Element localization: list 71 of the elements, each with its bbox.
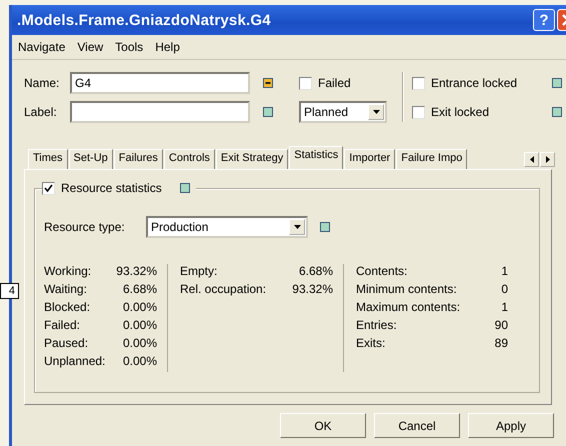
- stat-value: 6.68%: [122, 282, 157, 296]
- menu-item[interactable]: View: [77, 40, 104, 54]
- stat-value: 93.32%: [116, 264, 157, 278]
- resource-statistics-checkbox[interactable]: [42, 182, 55, 194]
- tab[interactable]: Set-Up: [68, 149, 113, 169]
- failed-checkbox[interactable]: [299, 76, 312, 90]
- tab[interactable]: Failures: [114, 149, 163, 169]
- tab[interactable]: Controls: [164, 149, 215, 169]
- stat-label: Entries:: [356, 318, 397, 332]
- stat-label: Rel. occupation:: [180, 282, 266, 296]
- dialog-button[interactable]: Cancel: [374, 413, 460, 438]
- tab[interactable]: Importer: [344, 149, 396, 169]
- indicator-icon[interactable]: [552, 107, 562, 117]
- dropdown-arrow-icon: [372, 110, 380, 114]
- help-button[interactable]: ?: [533, 9, 555, 31]
- entrance-locked-label: Entrance locked: [431, 76, 518, 90]
- indicator-icon[interactable]: [552, 78, 562, 88]
- indicator-icon[interactable]: [320, 222, 330, 232]
- name-label: Name:: [24, 76, 60, 90]
- exit-locked-checkbox[interactable]: [412, 106, 425, 118]
- dialog-button[interactable]: OK: [280, 413, 366, 438]
- stat-label: Maximum contents:: [356, 300, 460, 314]
- stat-label: Empty:: [180, 264, 218, 278]
- stat-label: Minimum contents:: [356, 282, 457, 296]
- stat-value: 0.00%: [122, 336, 157, 350]
- tab[interactable]: Statistics: [289, 146, 344, 169]
- dialog-button[interactable]: Apply: [468, 413, 554, 438]
- menu-item[interactable]: Help: [155, 40, 180, 54]
- stat-value: 0: [501, 282, 508, 296]
- stat-value: 89: [494, 336, 508, 350]
- scroll-left-button[interactable]: [524, 152, 539, 167]
- indicator-icon[interactable]: [180, 183, 190, 193]
- left-arrow-icon: [530, 156, 534, 163]
- stat-label: Exits:: [356, 336, 386, 350]
- failed-label: Failed: [318, 76, 351, 90]
- stat-label: Working:: [44, 264, 92, 278]
- dropdown-arrow-icon: [294, 225, 300, 229]
- stat-label: Blocked:: [44, 300, 90, 314]
- stat-value: 0.00%: [122, 318, 157, 332]
- node-label: 4: [0, 283, 19, 299]
- stat-label: Contents:: [356, 264, 408, 278]
- tab[interactable]: Times: [28, 149, 68, 169]
- stat-label: Unplanned:: [44, 354, 106, 368]
- resource-type-dropdown[interactable]: Production: [146, 216, 308, 238]
- stat-value: 6.68%: [298, 264, 333, 278]
- resource-statistics-label: Resource statistics: [61, 181, 162, 195]
- stat-label: Paused:: [44, 336, 88, 350]
- entrance-locked-checkbox[interactable]: [412, 76, 425, 90]
- right-arrow-icon: [546, 156, 550, 163]
- minus-icon[interactable]: [263, 78, 273, 88]
- stat-value: 0.00%: [122, 354, 157, 368]
- window-title: .Models.Frame.GniazdoNatrysk.G4: [17, 12, 272, 28]
- tab[interactable]: Exit Strategy: [216, 149, 288, 169]
- stat-value: 0.00%: [122, 300, 157, 314]
- menu-item[interactable]: Tools: [115, 40, 144, 54]
- menu-item[interactable]: Navigate: [18, 40, 66, 54]
- stat-value: 90: [494, 318, 508, 332]
- stat-value: 1: [501, 264, 508, 278]
- scroll-right-button[interactable]: [540, 152, 555, 167]
- exit-locked-label: Exit locked: [431, 105, 490, 119]
- stat-value: 1: [501, 300, 508, 314]
- name-field[interactable]: G4: [70, 72, 250, 94]
- stat-value: 93.32%: [292, 282, 333, 296]
- label-field[interactable]: [70, 101, 250, 123]
- label-label: Label:: [24, 105, 58, 119]
- indicator-icon[interactable]: [263, 107, 273, 117]
- resource-type-label: Resource type:: [44, 220, 126, 234]
- stat-label: Waiting:: [44, 282, 87, 296]
- tab[interactable]: Failure Impo: [396, 149, 468, 169]
- stat-label: Failed:: [44, 318, 80, 332]
- plan-dropdown[interactable]: Planned: [299, 101, 387, 123]
